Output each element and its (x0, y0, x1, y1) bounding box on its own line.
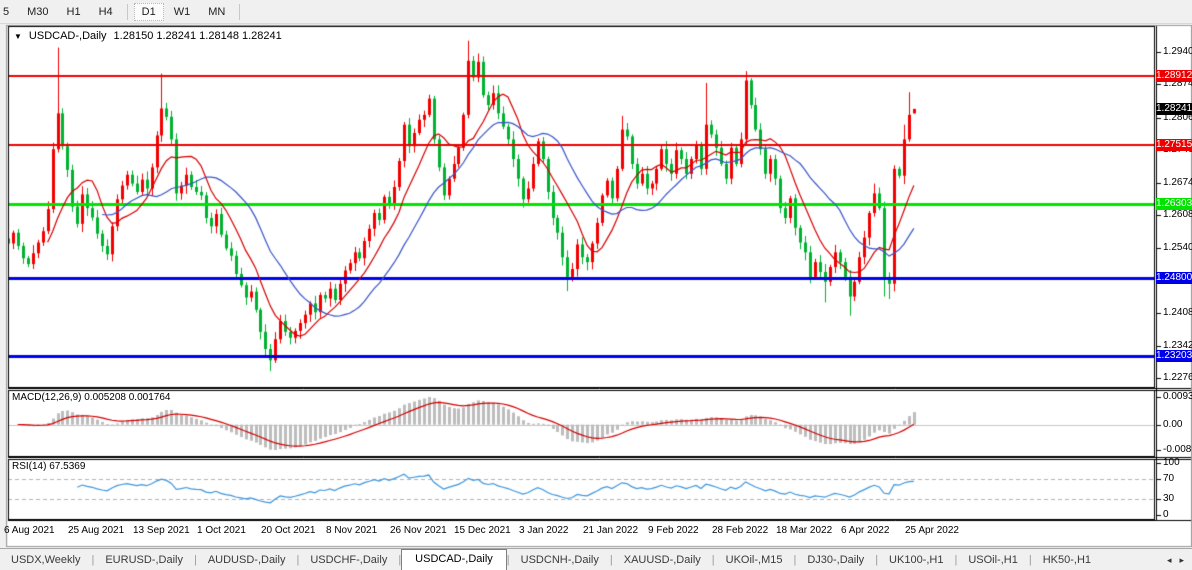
chart-symbol-label: USDCAD-,Daily (28, 30, 107, 42)
date-label: 20 Oct 2021 (261, 525, 316, 536)
rsi-indicator-label: RSI(14) 67.5369 (12, 461, 86, 472)
symbol-tab-hk50[interactable]: HK50-,H1 (1032, 551, 1102, 570)
symbol-tab-uk100[interactable]: UK100-,H1 (878, 551, 954, 570)
timeframe-button-5[interactable]: 5 (0, 3, 17, 21)
price-tick-label: 1.25400 (1163, 242, 1192, 253)
level-price-badge: 1.24800 (1156, 272, 1192, 284)
date-label: 13 Sep 2021 (133, 525, 190, 536)
tabs-scroll-left-icon[interactable]: ◂ (1167, 555, 1172, 566)
symbol-tab-usoil[interactable]: USOil-,H1 (957, 551, 1029, 570)
date-label: 26 Nov 2021 (390, 525, 447, 536)
symbol-tab-ukoil[interactable]: UKOil-,M15 (715, 551, 794, 570)
tabs-scroll-right-icon[interactable]: ▸ (1179, 555, 1184, 566)
timeframe-toolbar: 5 M30 H1 H4 D1 W1 MN (0, 0, 1192, 24)
timeframe-button-h4[interactable]: H4 (91, 3, 121, 21)
price-tick-label: 1.26080 (1163, 209, 1192, 220)
timeframe-button-w1[interactable]: W1 (166, 3, 199, 21)
symbol-tab-usdcad[interactable]: USDCAD-,Daily (401, 549, 507, 570)
date-label: 15 Dec 2021 (454, 525, 511, 536)
date-label: 28 Feb 2022 (712, 525, 769, 536)
symbol-tab-usdx[interactable]: USDX,Weekly (0, 551, 91, 570)
current-price-badge: 1.28241 (1156, 103, 1192, 115)
macd-tick-label: 0.009345 (1163, 391, 1192, 402)
price-tick-label: 1.24080 (1163, 307, 1192, 318)
symbol-tab-eurusd[interactable]: EURUSD-,Daily (94, 551, 194, 570)
timeframe-button-d1[interactable]: D1 (133, 2, 164, 21)
rsi-tick-label: 0 (1163, 509, 1169, 520)
chart-title: ▼ USDCAD-,Daily 1.28150 1.28241 1.28148 … (14, 30, 282, 42)
date-label: 3 Jan 2022 (519, 525, 569, 536)
rsi-tick-label: 70 (1163, 473, 1175, 484)
symbol-tab-dj30[interactable]: DJ30-,Daily (796, 551, 875, 570)
symbol-tab-audusd[interactable]: AUDUSD-,Daily (197, 551, 297, 570)
timeframe-button-h1[interactable]: H1 (59, 3, 89, 21)
rsi-tick-label: 30 (1163, 493, 1175, 504)
date-label: 1 Oct 2021 (197, 525, 246, 536)
macd-tick-label: -0.00890 (1163, 444, 1192, 455)
symbol-tab-usdchf[interactable]: USDCHF-,Daily (299, 551, 398, 570)
price-chart-canvas[interactable] (0, 24, 1192, 548)
toolbar-divider (239, 3, 241, 20)
level-price-badge: 1.26303 (1156, 198, 1192, 210)
timeframe-button-mn[interactable]: MN (200, 3, 233, 21)
date-label: 8 Nov 2021 (326, 525, 378, 536)
price-tick-label: 1.26740 (1163, 177, 1192, 188)
date-label: 9 Feb 2022 (648, 525, 699, 536)
macd-tick-label: 0.00 (1163, 419, 1183, 430)
macd-indicator-label: MACD(12,26,9) 0.005208 0.001764 (12, 392, 171, 403)
level-price-badge: 1.28912 (1156, 70, 1192, 82)
date-label: 18 Mar 2022 (776, 525, 833, 536)
date-label: 6 Apr 2022 (841, 525, 890, 536)
date-label: 25 Aug 2021 (68, 525, 125, 536)
symbol-tab-xauusd[interactable]: XAUUSD-,Daily (613, 551, 712, 570)
timeframe-button-m30[interactable]: M30 (19, 3, 56, 21)
chart-ohlc-values: 1.28150 1.28241 1.28148 1.28241 (113, 30, 282, 42)
symbol-dropdown-icon[interactable]: ▼ (14, 31, 22, 42)
rsi-tick-label: 100 (1163, 457, 1180, 468)
symbol-tab-bar: USDX,Weekly | EURUSD-,Daily | AUDUSD-,Daily |… (0, 548, 1192, 570)
level-price-badge: 1.27515 (1156, 139, 1192, 151)
date-label: 6 Aug 2021 (4, 525, 55, 536)
price-tick-label: 1.22760 (1163, 372, 1192, 383)
date-label: 21 Jan 2022 (583, 525, 639, 536)
price-tick-label: 1.29400 (1163, 46, 1192, 57)
symbol-tab-usdcnh[interactable]: USDCNH-,Daily (510, 551, 610, 570)
date-label: 25 Apr 2022 (905, 525, 959, 536)
level-price-badge: 1.23203 (1156, 350, 1192, 362)
toolbar-divider (126, 3, 128, 20)
